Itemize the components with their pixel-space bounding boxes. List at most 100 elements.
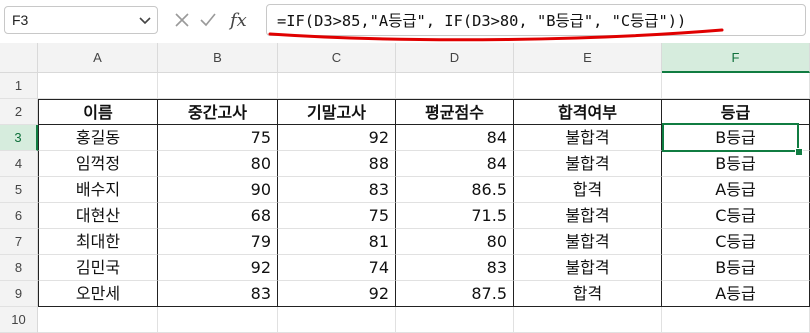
column-header-a[interactable]: A	[38, 43, 158, 73]
table-cell[interactable]: 74	[278, 255, 396, 281]
red-underline-annotation	[268, 28, 724, 42]
cell-value: 불합격	[565, 258, 610, 277]
table-cell[interactable]: B등급	[662, 151, 810, 177]
table-cell[interactable]: 92	[158, 255, 278, 281]
cell-value: 등급	[720, 103, 751, 122]
row-header-3[interactable]: 3	[0, 125, 38, 151]
cell-value: 86.5	[471, 180, 507, 199]
fill-handle[interactable]	[795, 148, 803, 156]
table-header-cell[interactable]: 합격여부	[514, 99, 662, 125]
table-header-cell[interactable]: 기말고사	[278, 99, 396, 125]
table-cell[interactable]: 92	[278, 125, 396, 151]
table-cell[interactable]: 불합격	[514, 151, 662, 177]
cell-value: 83	[368, 180, 389, 199]
table-cell[interactable]: 합격	[514, 177, 662, 203]
table-cell[interactable]: 오만세	[38, 281, 158, 307]
table-cell[interactable]: 83	[396, 255, 514, 281]
table-header-cell[interactable]: 평균점수	[396, 99, 514, 125]
table-cell[interactable]: 81	[278, 229, 396, 255]
table-cell[interactable]: A등급	[662, 177, 810, 203]
table-cell[interactable]: A등급	[662, 281, 810, 307]
cell-value	[396, 73, 513, 98]
table-cell[interactable]: 불합격	[514, 125, 662, 151]
empty-cell[interactable]	[278, 73, 396, 99]
table-header-cell[interactable]: 중간고사	[158, 99, 278, 125]
table-cell[interactable]: 75	[158, 125, 278, 151]
table-cell[interactable]: 합격	[514, 281, 662, 307]
empty-cell[interactable]	[38, 73, 158, 99]
table-cell[interactable]: B등급	[662, 255, 810, 281]
cell-value	[278, 73, 395, 98]
table-cell[interactable]: 배수지	[38, 177, 158, 203]
row-header-4[interactable]: 4	[0, 151, 38, 177]
table-cell[interactable]: 92	[278, 281, 396, 307]
empty-cell[interactable]	[38, 307, 158, 333]
row-header-1[interactable]: 1	[0, 73, 38, 99]
table-cell[interactable]: 80	[158, 151, 278, 177]
cell-value	[662, 73, 809, 98]
cell-value: 74	[368, 258, 389, 277]
cell-value: 79	[250, 232, 271, 251]
table-cell[interactable]: 83	[278, 177, 396, 203]
table-cell[interactable]: 75	[278, 203, 396, 229]
cell-value: 불합격	[565, 232, 610, 251]
empty-cell[interactable]	[662, 73, 810, 99]
table-cell[interactable]: 김민국	[38, 255, 158, 281]
cell-value: 오만세	[75, 284, 121, 303]
empty-cell[interactable]	[158, 73, 278, 99]
row-header-5[interactable]: 5	[0, 177, 38, 203]
empty-cell[interactable]	[396, 73, 514, 99]
column-header-f[interactable]: F	[662, 43, 810, 73]
cell-value: 합격	[572, 180, 603, 199]
table-cell[interactable]: 80	[396, 229, 514, 255]
column-header-d[interactable]: D	[396, 43, 514, 73]
row-header-9[interactable]: 9	[0, 281, 38, 307]
table-cell[interactable]: 84	[396, 151, 514, 177]
row-header-8[interactable]: 8	[0, 255, 38, 281]
table-cell[interactable]: 홍길동	[38, 125, 158, 151]
empty-cell[interactable]	[662, 307, 810, 333]
row-header-10[interactable]: 10	[0, 307, 38, 333]
cell-value: 대현산	[75, 206, 121, 225]
row-header-2[interactable]: 2	[0, 99, 38, 125]
empty-cell[interactable]	[514, 73, 662, 99]
table-cell[interactable]: 불합격	[514, 255, 662, 281]
table-cell[interactable]: 68	[158, 203, 278, 229]
empty-cell[interactable]	[514, 307, 662, 333]
cell-value	[158, 73, 277, 98]
table-cell[interactable]: 최대한	[38, 229, 158, 255]
cell-value: C등급	[715, 232, 756, 251]
table-header-cell[interactable]: 등급	[662, 99, 810, 125]
cell-value: 불합격	[565, 206, 610, 225]
table-cell[interactable]: 대현산	[38, 203, 158, 229]
empty-cell[interactable]	[278, 307, 396, 333]
cell-value: 84	[486, 154, 507, 173]
column-header-c[interactable]: C	[278, 43, 396, 73]
table-cell[interactable]: 불합격	[514, 203, 662, 229]
table-header-cell[interactable]: 이름	[38, 99, 158, 125]
table-cell[interactable]: C등급	[662, 203, 810, 229]
table-cell[interactable]: 임꺽정	[38, 151, 158, 177]
table-cell[interactable]: 83	[158, 281, 278, 307]
table-cell[interactable]: 87.5	[396, 281, 514, 307]
empty-cell[interactable]	[396, 307, 514, 333]
table-cell[interactable]: 88	[278, 151, 396, 177]
cell-value: B등급	[715, 154, 756, 173]
table-cell[interactable]: 84	[396, 125, 514, 151]
table-cell[interactable]: C등급	[662, 229, 810, 255]
table-cell[interactable]: 79	[158, 229, 278, 255]
spreadsheet-grid: ABCDEF 1 2 3 4 5 6 7 8 9 10 이름 중간고사 기말고사 평균점수 합격여부 등급홍…	[0, 43, 810, 333]
row-header-6[interactable]: 6	[0, 203, 38, 229]
table-cell[interactable]: 71.5	[396, 203, 514, 229]
cell-value: 김민국	[75, 258, 121, 277]
column-header-b[interactable]: B	[158, 43, 278, 73]
cell-value: 홍길동	[75, 128, 121, 147]
table-cell[interactable]: 불합격	[514, 229, 662, 255]
empty-cell[interactable]	[158, 307, 278, 333]
table-cell[interactable]: 86.5	[396, 177, 514, 203]
table-cell[interactable]: 90	[158, 177, 278, 203]
select-all-corner[interactable]	[0, 43, 38, 73]
row-header-7[interactable]: 7	[0, 229, 38, 255]
column-header-e[interactable]: E	[514, 43, 662, 73]
cell-value: 81	[368, 232, 389, 251]
